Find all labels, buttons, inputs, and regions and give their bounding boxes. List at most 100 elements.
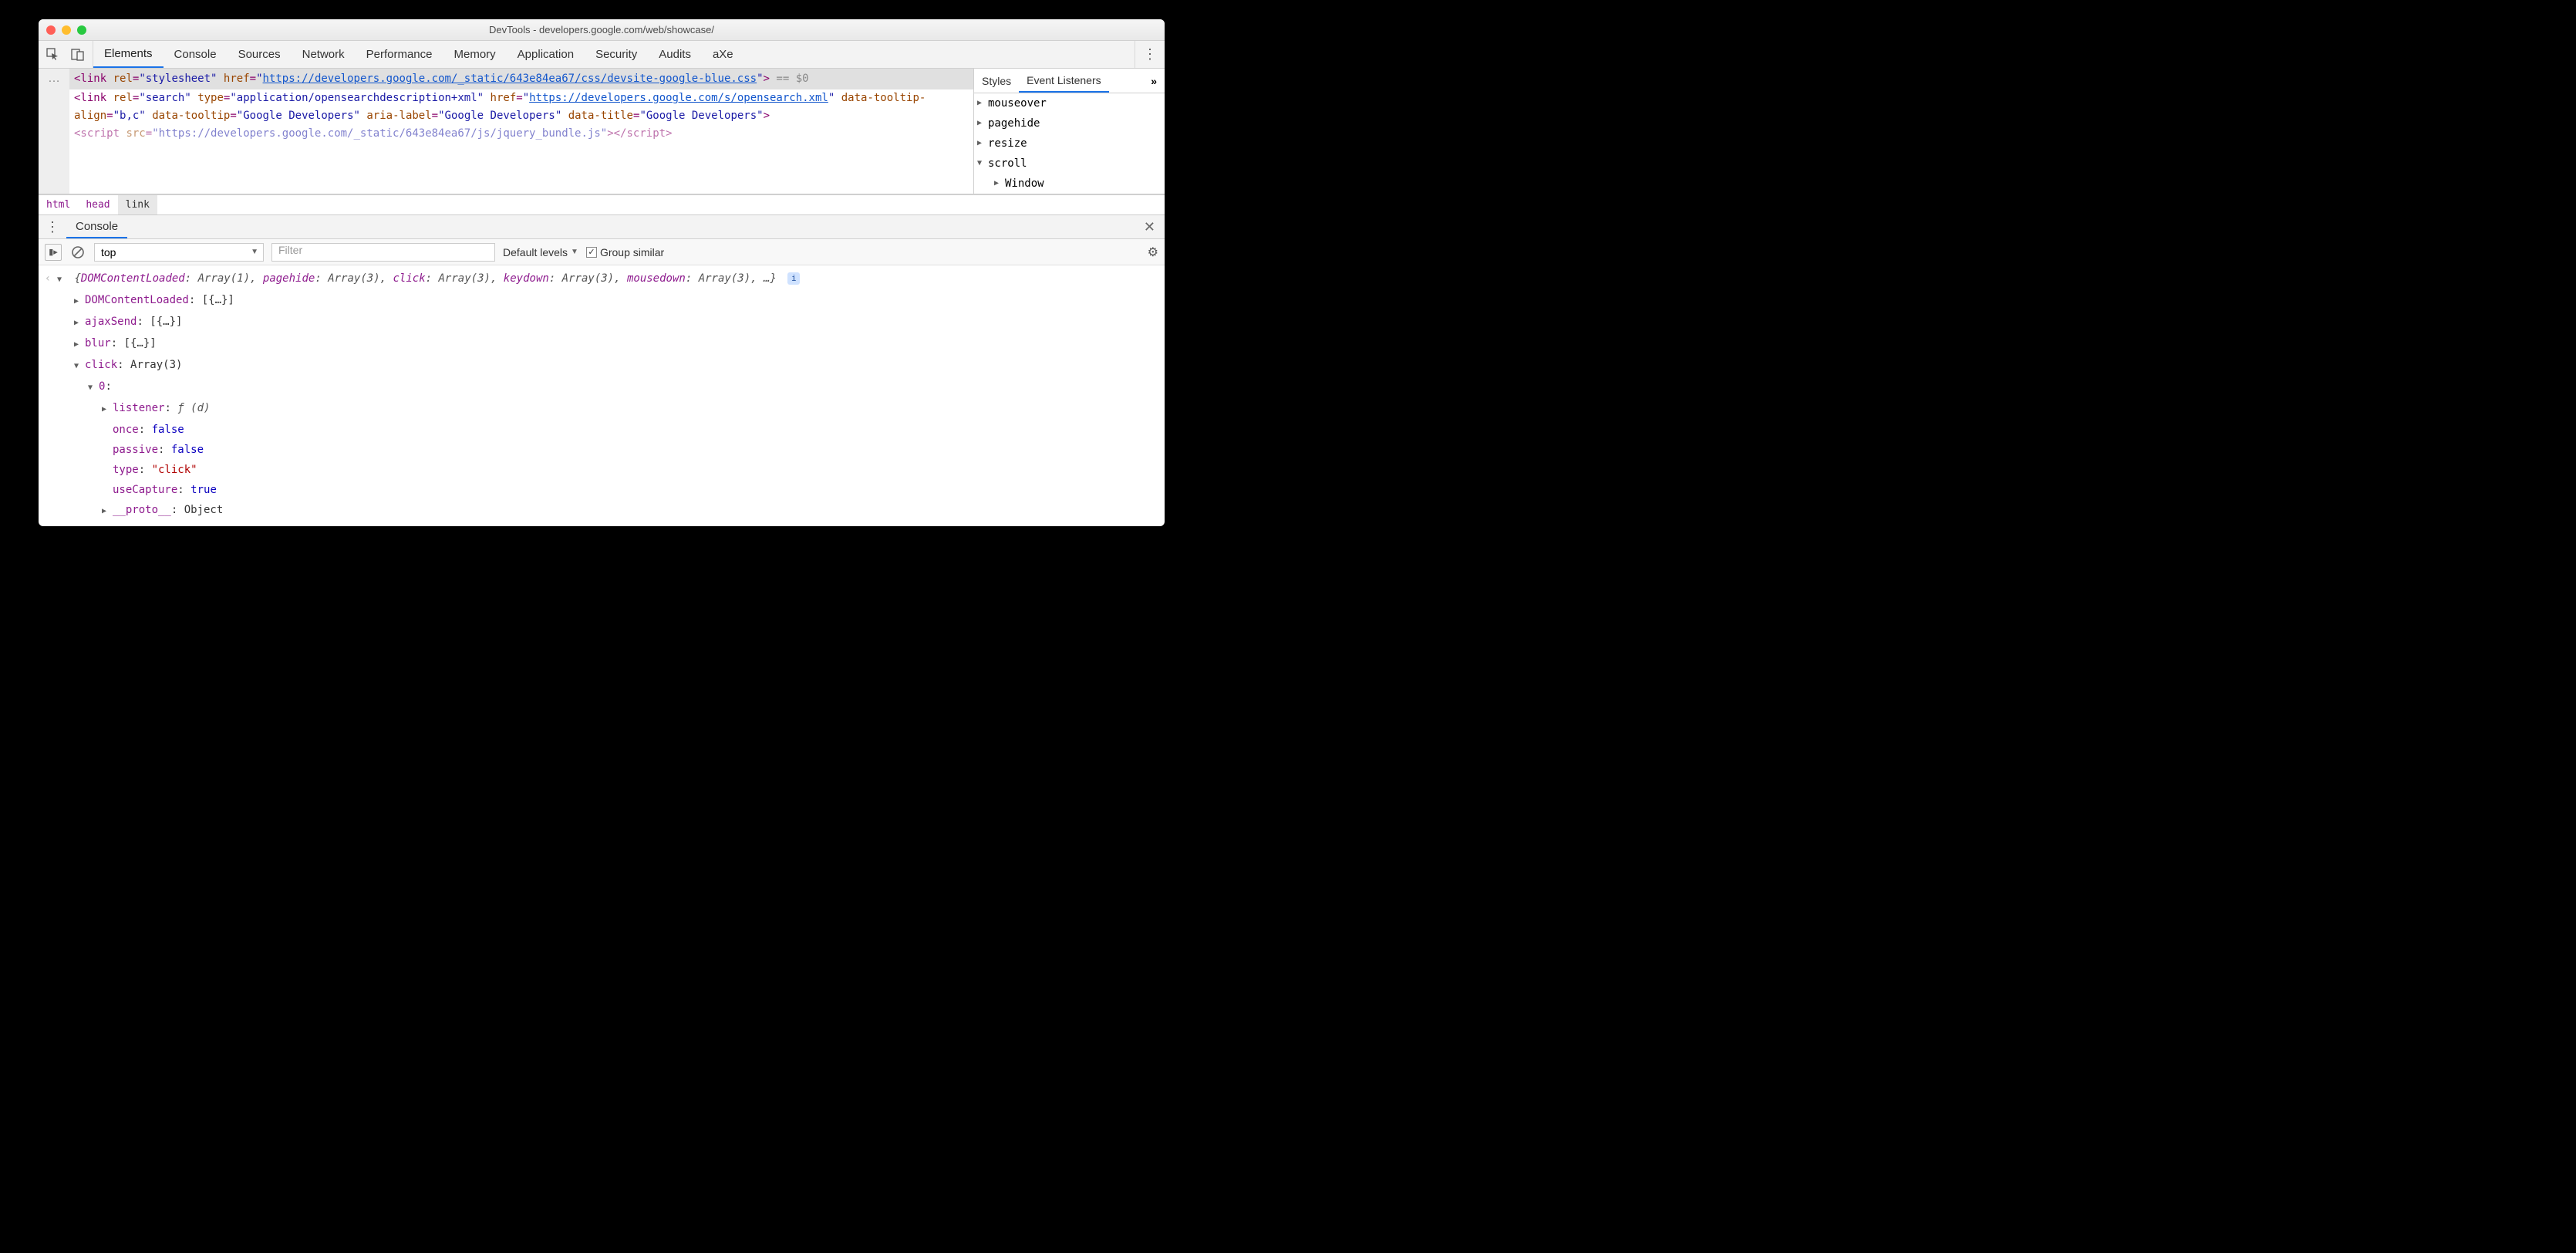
property-value: Array(3) [130, 359, 182, 371]
property-value: ƒ (d) [177, 402, 210, 414]
elements-sidebar: Styles Event Listeners » ▶mouseover ▶pag… [973, 69, 1165, 194]
context-value: top [101, 246, 116, 258]
sidebar-tab-styles[interactable]: Styles [974, 69, 1019, 93]
listener-name: mouseover [988, 93, 1047, 113]
listener-item[interactable]: ▶Window [974, 174, 1165, 194]
console-tree-row[interactable]: once: false [57, 420, 1165, 440]
tab-network[interactable]: Network [292, 41, 356, 68]
group-similar-label: Group similar [600, 246, 664, 258]
href-link[interactable]: https://developers.google.com/_static/64… [263, 73, 757, 85]
disclosure-icon: ▶ [74, 335, 85, 355]
titlebar: DevTools - developers.google.com/web/sho… [39, 19, 1165, 41]
disclosure-icon: ▶ [74, 313, 85, 333]
breadcrumb: html head link [39, 194, 1165, 214]
property-key: ajaxSend [85, 316, 137, 328]
group-similar-checkbox[interactable]: ✓ Group similar [586, 246, 664, 258]
property-value: false [171, 444, 204, 456]
devtools-window: DevTools - developers.google.com/web/sho… [39, 19, 1165, 526]
window-title: DevTools - developers.google.com/web/sho… [39, 24, 1165, 35]
selected-node[interactable]: <link rel="stylesheet" href="https://dev… [69, 69, 973, 90]
tab-sources[interactable]: Sources [228, 41, 292, 68]
property-key: __proto__ [113, 504, 171, 516]
disclosure-icon: ▼ [74, 356, 85, 377]
disclosure-icon: ▶ [102, 400, 113, 420]
disclosure-icon[interactable]: ▼ [57, 270, 68, 290]
tab-application[interactable]: Application [507, 41, 585, 68]
drawer-close-icon[interactable]: ✕ [1135, 219, 1165, 235]
console-tree-row[interactable]: passive: false [57, 440, 1165, 460]
tab-performance[interactable]: Performance [356, 41, 443, 68]
breadcrumb-item[interactable]: head [78, 195, 117, 214]
listener-item[interactable]: ▶mouseover [974, 93, 1165, 113]
property-value: false [152, 424, 184, 436]
disclosure-icon: ▶ [102, 502, 113, 522]
breadcrumb-item[interactable]: link [118, 195, 157, 214]
console-filter-input[interactable]: Filter [271, 243, 495, 262]
listener-item[interactable]: ▶resize [974, 133, 1165, 154]
console-tree-row[interactable]: type: "click" [57, 460, 1165, 480]
tab-console[interactable]: Console [164, 41, 228, 68]
property-key: click [85, 359, 117, 371]
tab-axe[interactable]: aXe [702, 41, 744, 68]
log-levels-select[interactable]: Default levels ▼ [503, 246, 578, 258]
disclosure-icon: ▶ [977, 113, 988, 133]
dom-node[interactable]: <link rel="search" type="application/ope… [74, 90, 969, 125]
property-key: once [113, 424, 139, 436]
chevron-down-icon: ▼ [571, 248, 578, 256]
levels-label: Default levels [503, 246, 568, 258]
sidebar-tab-event-listeners[interactable]: Event Listeners [1019, 69, 1109, 93]
property-value: Object [184, 504, 224, 516]
dom-node[interactable]: <script src="https://developers.google.c… [74, 125, 969, 143]
console-tree-row[interactable]: ▼click: Array(3) [57, 355, 1165, 377]
console-settings-icon[interactable]: ⚙ [1148, 245, 1158, 260]
console-tree-row[interactable]: ▶__proto__: Object [57, 500, 1165, 522]
dom-tree[interactable]: <link rel="stylesheet" href="https://dev… [69, 69, 973, 194]
listener-item[interactable]: ▶pagehide [974, 113, 1165, 133]
listener-name: Window [1005, 174, 1044, 194]
tab-security[interactable]: Security [585, 41, 648, 68]
property-value: "click" [152, 464, 197, 476]
console-tree-row[interactable]: ▶DOMContentLoaded: [{…}] [57, 290, 1165, 312]
disclosure-icon: ▶ [994, 174, 1005, 194]
tab-elements[interactable]: Elements [93, 41, 164, 68]
console-tree-row[interactable]: ▶listener: ƒ (d) [57, 398, 1165, 420]
property-key: listener [113, 402, 164, 414]
console-tree-row[interactable]: ▼0: [57, 377, 1165, 398]
selection-marker: == $0 [776, 73, 808, 85]
toggle-sidebar-icon[interactable]: ▮▸ [45, 244, 62, 261]
sidebar-more-tabs-icon[interactable]: » [1143, 75, 1165, 87]
console-tree-row[interactable]: ▶ajaxSend: [{…}] [57, 312, 1165, 333]
checkbox-icon: ✓ [586, 247, 597, 258]
toolbar-overflow[interactable]: ⋮ [1135, 41, 1165, 68]
property-value: [{…}] [150, 316, 182, 328]
property-key: passive [113, 444, 158, 456]
href-link[interactable]: https://developers.google.com/s/opensear… [529, 92, 828, 104]
console-tree-row[interactable]: useCapture: true [57, 480, 1165, 500]
inspect-element-icon[interactable] [45, 46, 62, 63]
disclosure-icon: ▶ [977, 93, 988, 113]
elements-panel: … <link rel="stylesheet" href="https://d… [39, 69, 1165, 194]
device-toolbar-icon[interactable] [69, 46, 86, 63]
drawer-menu-icon[interactable]: ⋮ [39, 219, 66, 235]
tab-memory[interactable]: Memory [443, 41, 507, 68]
listener-name: resize [988, 133, 1027, 154]
context-select[interactable]: top [94, 243, 264, 262]
drawer-tab-console[interactable]: Console [66, 215, 127, 238]
info-badge-icon[interactable]: i [787, 272, 800, 285]
console-tree-row[interactable]: ▶blur: [{…}] [57, 333, 1165, 355]
main-tabs: Elements Console Sources Network Perform… [93, 41, 1135, 68]
listener-name: scroll [988, 154, 1027, 174]
breadcrumb-item[interactable]: html [39, 195, 78, 214]
object-summary[interactable]: {DOMContentLoaded: Array(1), pagehide: A… [74, 272, 783, 285]
console-toolbar: ▮▸ top Filter Default levels ▼ ✓ Group s… [39, 239, 1165, 265]
listener-item[interactable]: ▼scroll [974, 154, 1165, 174]
listener-name: pagehide [988, 113, 1040, 133]
clear-console-icon[interactable] [69, 244, 86, 261]
kebab-icon: ⋮ [1143, 46, 1157, 62]
drawer-header: ⋮ Console ✕ [39, 214, 1165, 239]
event-listeners-list: ▶mouseover ▶pagehide ▶resize ▼scroll ▶Wi… [974, 93, 1165, 194]
ellipsis-icon: … [48, 72, 60, 86]
property-value: true [191, 484, 217, 496]
tab-audits[interactable]: Audits [648, 41, 702, 68]
property-value: [{…}] [124, 337, 157, 350]
